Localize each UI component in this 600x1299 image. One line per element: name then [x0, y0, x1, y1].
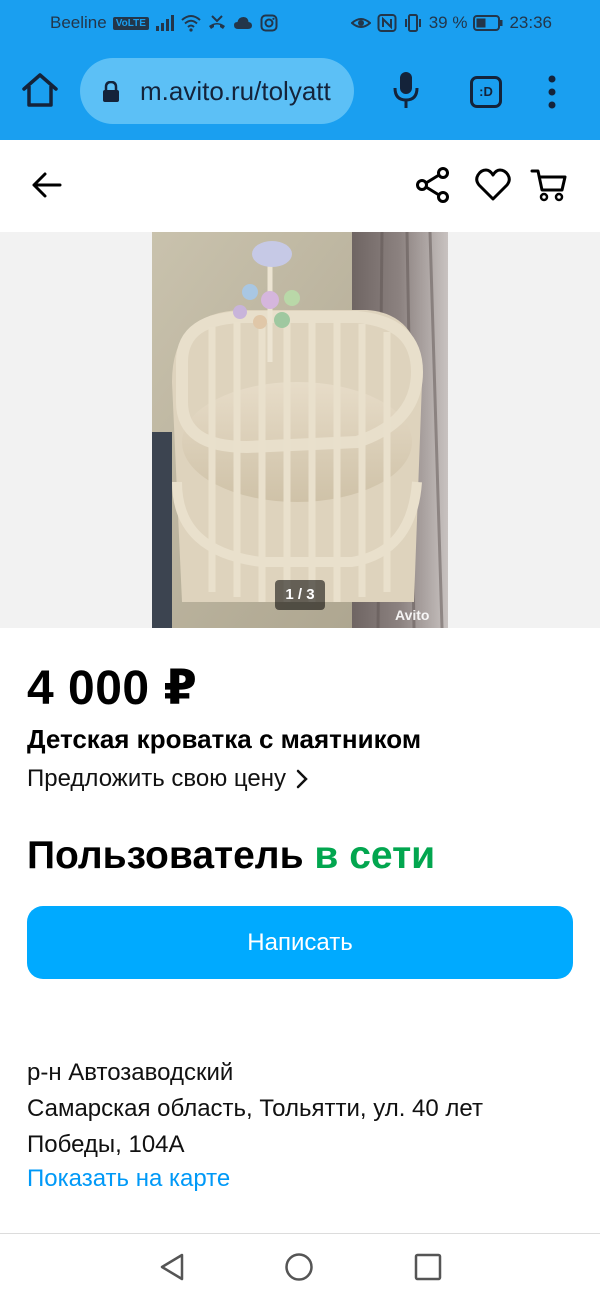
battery-percent: 39 %: [428, 13, 468, 32]
lock-icon: [103, 81, 119, 102]
seller-status: Пользователь в сети: [27, 834, 435, 878]
district: р-н Автозаводский: [27, 1059, 234, 1086]
heart-icon[interactable]: [474, 166, 512, 204]
offer-price-label: Предложить свою цену: [27, 765, 286, 792]
location-block: р-н Автозаводский Самарская область, Тол…: [27, 1055, 567, 1163]
cloud-icon: [233, 17, 252, 29]
back-arrow-icon[interactable]: [30, 168, 64, 202]
wifi-icon: [181, 15, 201, 32]
system-nav-bar: [0, 1234, 600, 1299]
volte-badge: VoLTE: [112, 16, 149, 30]
vibrate-icon: [404, 14, 421, 32]
chevron-right-icon: [296, 769, 308, 789]
listing-photo[interactable]: [152, 232, 448, 628]
avito-watermark: Avito: [395, 607, 430, 623]
price: 4 000 ₽: [27, 662, 198, 715]
missed-call-icon: [208, 15, 225, 29]
url-text: m.avito.ru/tolyatt: [140, 76, 331, 106]
carrier-name: Beeline: [50, 13, 107, 32]
nav-home-icon[interactable]: [284, 1252, 314, 1282]
seller-name: Пользователь: [27, 834, 304, 877]
online-status: в сети: [314, 834, 436, 877]
nav-back-icon[interactable]: [158, 1252, 186, 1282]
instagram-icon: [260, 14, 278, 32]
address-bar[interactable]: m.avito.ru/tolyatt: [80, 58, 354, 124]
nav-recent-apps-icon[interactable]: [414, 1253, 442, 1281]
home-icon[interactable]: [20, 70, 60, 110]
photo-counter: 1 / 3: [275, 580, 325, 610]
photo-gallery[interactable]: 1 / 3 Avito: [0, 232, 600, 628]
eye-icon: [350, 18, 371, 28]
offer-price-link[interactable]: Предложить свою цену: [27, 765, 308, 793]
clock: 23:36: [509, 13, 552, 32]
nfc-icon: [377, 14, 397, 32]
show-on-map-link[interactable]: Показать на карте: [27, 1165, 230, 1193]
share-icon[interactable]: [414, 166, 452, 204]
address: Самарская область, Тольятти, ул. 40 лет …: [27, 1095, 483, 1158]
battery-icon: [473, 15, 503, 31]
signal-icon: [155, 15, 174, 31]
microphone-icon[interactable]: [392, 70, 420, 110]
status-bar: Beeline VoLTE 39 % 23:36: [0, 0, 600, 46]
app-header: [0, 140, 600, 232]
write-message-button[interactable]: Написать: [27, 906, 573, 979]
listing-title: Детская кроватка с маятником: [27, 724, 422, 754]
more-menu-icon[interactable]: [544, 74, 560, 110]
tabs-button[interactable]: :D: [470, 76, 502, 108]
cart-icon[interactable]: [530, 166, 568, 204]
browser-toolbar: m.avito.ru/tolyatt :D: [0, 46, 600, 140]
